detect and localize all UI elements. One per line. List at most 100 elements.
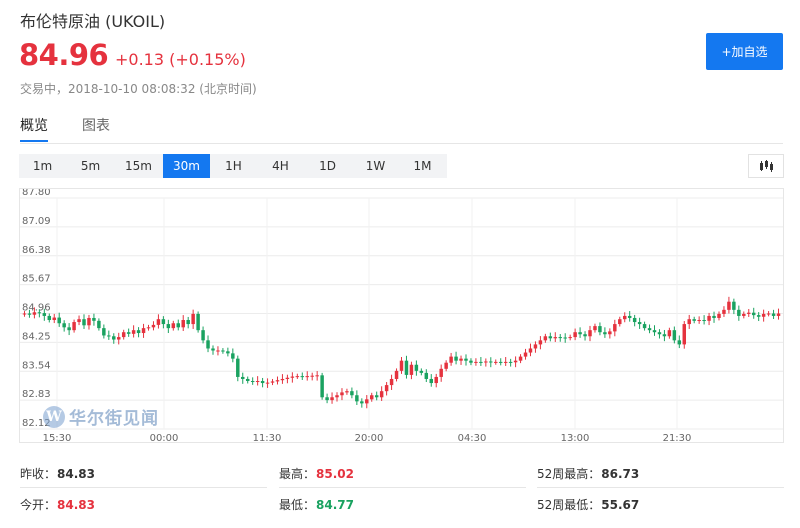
- candle-body: [206, 340, 210, 349]
- candle-body: [72, 322, 76, 331]
- candle-body: [771, 313, 776, 316]
- candle-body: [32, 312, 37, 315]
- candle-body: [637, 322, 642, 325]
- candle-body: [399, 360, 404, 371]
- interval-1mo[interactable]: 1M: [399, 154, 446, 178]
- candle-body: [146, 327, 151, 329]
- candle-body: [87, 317, 91, 326]
- wallstreetcn-logo-icon: W: [43, 405, 65, 428]
- candle-body: [489, 361, 493, 363]
- candle-body: [42, 313, 47, 316]
- stat-value: 84.77: [316, 498, 354, 512]
- y-tick-label: 84.96: [22, 303, 51, 314]
- candle-body: [598, 326, 602, 333]
- stat-high: 最高：85.02: [279, 465, 354, 482]
- interval-1d[interactable]: 1D: [304, 154, 351, 178]
- candle-body: [290, 376, 295, 378]
- interval-1w[interactable]: 1W: [352, 154, 399, 178]
- candle-body: [464, 358, 468, 361]
- candle-body: [449, 356, 453, 363]
- interval-5m[interactable]: 5m: [67, 154, 114, 178]
- candle-body: [191, 313, 195, 325]
- interval-1m[interactable]: 1m: [19, 154, 66, 178]
- y-tick-label: 87.09: [22, 216, 51, 227]
- stat-value: 84.83: [57, 467, 95, 481]
- candle-body: [712, 315, 716, 318]
- candle-body: [369, 395, 374, 400]
- active-tab-indicator: [20, 140, 48, 142]
- candle-body: [365, 399, 369, 404]
- candle-body: [315, 375, 319, 377]
- candle-body: [662, 334, 667, 337]
- interval-15m[interactable]: 15m: [115, 154, 162, 178]
- stat-label: 52周最高：: [537, 467, 601, 481]
- candle-body: [340, 392, 344, 396]
- y-tick-label: 84.25: [22, 331, 51, 342]
- y-tick-label: 85.67: [22, 274, 51, 285]
- tab-overview[interactable]: 概览: [20, 115, 48, 135]
- candle-body: [459, 358, 463, 361]
- candle-body: [622, 315, 627, 320]
- candle-body: [330, 397, 334, 401]
- candle-body: [221, 350, 225, 352]
- stat-label: 今开：: [20, 498, 57, 512]
- candle-body: [578, 332, 582, 335]
- x-tick-label: 11:30: [253, 433, 282, 443]
- interval-1h[interactable]: 1H: [210, 154, 257, 178]
- candle-body: [573, 332, 577, 338]
- chart-type-toggle[interactable]: [748, 154, 784, 178]
- candle-body: [305, 376, 309, 378]
- candle-body: [429, 378, 434, 384]
- candle-body: [121, 332, 126, 338]
- candle-body: [608, 331, 612, 335]
- candle-body: [379, 391, 384, 398]
- candle-body: [389, 378, 394, 386]
- candle-body: [657, 332, 662, 335]
- candle-body: [652, 330, 657, 333]
- candle-body: [613, 324, 617, 332]
- candle-body: [186, 320, 190, 325]
- candle-body: [508, 361, 513, 363]
- candle-body: [548, 336, 553, 339]
- candle-body: [558, 337, 562, 339]
- candle-body: [335, 395, 339, 398]
- candle-body: [285, 377, 290, 379]
- candle-body: [667, 330, 672, 337]
- candle-body: [82, 319, 86, 326]
- candle-body: [161, 319, 166, 325]
- stat-label: 最低：: [279, 498, 316, 512]
- x-tick-label: 20:00: [355, 433, 384, 443]
- candle-body: [642, 324, 647, 329]
- tab-chart[interactable]: 图表: [82, 115, 110, 135]
- candle-body: [766, 313, 771, 315]
- instrument-title: 布伦特原油 (UKOIL): [20, 12, 166, 31]
- candle-body: [236, 358, 240, 377]
- stat-open: 今开：84.83: [20, 496, 95, 513]
- interval-30m[interactable]: 30m: [163, 154, 210, 178]
- candle-body: [231, 353, 235, 359]
- candle-body: [211, 348, 215, 351]
- candle-body: [37, 312, 42, 314]
- trading-status: 交易中，2018-10-10 08:08:32 (北京时间): [20, 82, 257, 96]
- candle-body: [300, 376, 305, 378]
- x-tick-label: 04:30: [458, 433, 487, 443]
- candle-body: [747, 312, 751, 314]
- candle-body: [424, 372, 429, 379]
- candle-body: [543, 336, 548, 341]
- candle-body: [201, 330, 205, 341]
- interval-4h[interactable]: 4H: [257, 154, 304, 178]
- candle-body: [677, 340, 682, 345]
- candle-body: [27, 313, 32, 315]
- x-tick-label: 15:30: [43, 433, 72, 443]
- candle-body: [568, 337, 572, 339]
- candle-body: [494, 361, 498, 363]
- stat-label: 52周最低：: [537, 498, 601, 512]
- candle-body: [226, 351, 230, 354]
- candle-body: [503, 361, 508, 363]
- candle-body: [439, 368, 443, 377]
- add-to-watchlist-button[interactable]: +加自选: [706, 33, 783, 70]
- candle-body: [603, 332, 607, 335]
- candle-body: [682, 324, 687, 345]
- candle-body: [518, 356, 523, 361]
- candle-body: [275, 380, 280, 382]
